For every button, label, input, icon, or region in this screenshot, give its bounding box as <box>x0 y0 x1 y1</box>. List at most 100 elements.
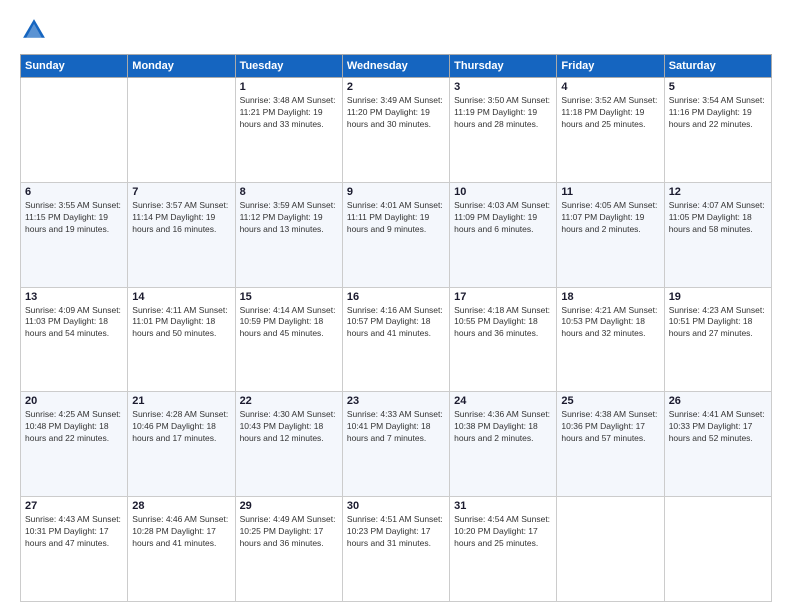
day-number: 2 <box>347 81 445 93</box>
day-number: 4 <box>561 81 659 93</box>
day-info: Sunrise: 4:30 AM Sunset: 10:43 PM Daylig… <box>240 409 338 445</box>
day-info: Sunrise: 4:18 AM Sunset: 10:55 PM Daylig… <box>454 305 552 341</box>
calendar-cell: 12 Sunrise: 4:07 AM Sunset: 11:05 PM Dayl… <box>664 182 771 287</box>
weekday-header: Wednesday <box>342 55 449 78</box>
day-info: Sunrise: 3:59 AM Sunset: 11:12 PM Daylig… <box>240 200 338 236</box>
calendar-body: 1Sunrise: 3:48 AM Sunset: 11:21 PM Dayli… <box>21 78 772 602</box>
day-info: Sunrise: 4:03 AM Sunset: 11:09 PM Daylig… <box>454 200 552 236</box>
calendar-week-row: 13 Sunrise: 4:09 AM Sunset: 11:03 PM Dayl… <box>21 287 772 392</box>
day-info: Sunrise: 3:49 AM Sunset: 11:20 PM Daylig… <box>347 95 445 131</box>
day-number: 21 <box>132 395 230 407</box>
weekday-row: SundayMondayTuesdayWednesdayThursdayFrid… <box>21 55 772 78</box>
weekday-header: Monday <box>128 55 235 78</box>
calendar-cell: 27 Sunrise: 4:43 AM Sunset: 10:31 PM Dayl… <box>21 497 128 602</box>
day-number: 27 <box>25 500 123 512</box>
calendar-week-row: 1Sunrise: 3:48 AM Sunset: 11:21 PM Dayli… <box>21 78 772 183</box>
calendar-cell: 16Sunrise: 4:16 AM Sunset: 10:57 PM Dayl… <box>342 287 449 392</box>
calendar-cell: 31Sunrise: 4:54 AM Sunset: 10:20 PM Dayl… <box>450 497 557 602</box>
day-info: Sunrise: 4:01 AM Sunset: 11:11 PM Daylig… <box>347 200 445 236</box>
day-number: 22 <box>240 395 338 407</box>
calendar-cell: 25 Sunrise: 4:38 AM Sunset: 10:36 PM Dayl… <box>557 392 664 497</box>
calendar-week-row: 20Sunrise: 4:25 AM Sunset: 10:48 PM Dayl… <box>21 392 772 497</box>
day-number: 25 <box>561 395 659 407</box>
day-number: 30 <box>347 500 445 512</box>
day-number: 9 <box>347 186 445 198</box>
calendar-header: SundayMondayTuesdayWednesdayThursdayFrid… <box>21 55 772 78</box>
day-number: 15 <box>240 291 338 303</box>
day-info: Sunrise: 4:28 AM Sunset: 10:46 PM Daylig… <box>132 409 230 445</box>
calendar-cell: 18 Sunrise: 4:21 AM Sunset: 10:53 PM Dayl… <box>557 287 664 392</box>
day-info: Sunrise: 3:54 AM Sunset: 11:16 PM Daylig… <box>669 95 767 131</box>
calendar-cell: 23 Sunrise: 4:33 AM Sunset: 10:41 PM Dayl… <box>342 392 449 497</box>
day-number: 17 <box>454 291 552 303</box>
day-number: 5 <box>669 81 767 93</box>
calendar-cell: 29Sunrise: 4:49 AM Sunset: 10:25 PM Dayl… <box>235 497 342 602</box>
day-info: Sunrise: 4:23 AM Sunset: 10:51 PM Daylig… <box>669 305 767 341</box>
day-number: 19 <box>669 291 767 303</box>
calendar-cell: 6 Sunrise: 3:55 AM Sunset: 11:15 PM Dayli… <box>21 182 128 287</box>
day-info: Sunrise: 4:05 AM Sunset: 11:07 PM Daylig… <box>561 200 659 236</box>
calendar-cell <box>557 497 664 602</box>
day-info: Sunrise: 3:55 AM Sunset: 11:15 PM Daylig… <box>25 200 123 236</box>
calendar-cell <box>128 78 235 183</box>
logo-icon <box>20 16 48 44</box>
calendar-cell: 9 Sunrise: 4:01 AM Sunset: 11:11 PM Dayli… <box>342 182 449 287</box>
day-number: 13 <box>25 291 123 303</box>
calendar-cell: 21 Sunrise: 4:28 AM Sunset: 10:46 PM Dayl… <box>128 392 235 497</box>
day-number: 11 <box>561 186 659 198</box>
day-info: Sunrise: 4:46 AM Sunset: 10:28 PM Daylig… <box>132 514 230 550</box>
header <box>20 16 772 44</box>
weekday-header: Saturday <box>664 55 771 78</box>
calendar-table: SundayMondayTuesdayWednesdayThursdayFrid… <box>20 54 772 602</box>
day-info: Sunrise: 4:33 AM Sunset: 10:41 PM Daylig… <box>347 409 445 445</box>
day-info: Sunrise: 3:50 AM Sunset: 11:19 PM Daylig… <box>454 95 552 131</box>
calendar-cell: 22 Sunrise: 4:30 AM Sunset: 10:43 PM Dayl… <box>235 392 342 497</box>
calendar-cell: 11 Sunrise: 4:05 AM Sunset: 11:07 PM Dayl… <box>557 182 664 287</box>
day-number: 14 <box>132 291 230 303</box>
day-number: 3 <box>454 81 552 93</box>
day-info: Sunrise: 4:21 AM Sunset: 10:53 PM Daylig… <box>561 305 659 341</box>
day-number: 12 <box>669 186 767 198</box>
calendar-cell <box>21 78 128 183</box>
calendar-cell: 8 Sunrise: 3:59 AM Sunset: 11:12 PM Dayli… <box>235 182 342 287</box>
day-number: 28 <box>132 500 230 512</box>
calendar-cell: 28 Sunrise: 4:46 AM Sunset: 10:28 PM Dayl… <box>128 497 235 602</box>
day-number: 8 <box>240 186 338 198</box>
day-info: Sunrise: 4:51 AM Sunset: 10:23 PM Daylig… <box>347 514 445 550</box>
day-info: Sunrise: 4:14 AM Sunset: 10:59 PM Daylig… <box>240 305 338 341</box>
weekday-header: Tuesday <box>235 55 342 78</box>
day-info: Sunrise: 4:09 AM Sunset: 11:03 PM Daylig… <box>25 305 123 341</box>
weekday-header: Thursday <box>450 55 557 78</box>
calendar-cell: 3 Sunrise: 3:50 AM Sunset: 11:19 PM Dayli… <box>450 78 557 183</box>
day-number: 20 <box>25 395 123 407</box>
day-number: 26 <box>669 395 767 407</box>
day-info: Sunrise: 4:43 AM Sunset: 10:31 PM Daylig… <box>25 514 123 550</box>
calendar-cell: 13 Sunrise: 4:09 AM Sunset: 11:03 PM Dayl… <box>21 287 128 392</box>
day-number: 29 <box>240 500 338 512</box>
day-info: Sunrise: 3:52 AM Sunset: 11:18 PM Daylig… <box>561 95 659 131</box>
day-number: 1 <box>240 81 338 93</box>
day-info: Sunrise: 4:11 AM Sunset: 11:01 PM Daylig… <box>132 305 230 341</box>
calendar-cell: 20Sunrise: 4:25 AM Sunset: 10:48 PM Dayl… <box>21 392 128 497</box>
calendar-week-row: 27 Sunrise: 4:43 AM Sunset: 10:31 PM Dayl… <box>21 497 772 602</box>
day-info: Sunrise: 3:57 AM Sunset: 11:14 PM Daylig… <box>132 200 230 236</box>
day-number: 18 <box>561 291 659 303</box>
logo <box>20 16 52 44</box>
day-number: 16 <box>347 291 445 303</box>
page: SundayMondayTuesdayWednesdayThursdayFrid… <box>0 0 792 612</box>
day-info: Sunrise: 4:54 AM Sunset: 10:20 PM Daylig… <box>454 514 552 550</box>
day-number: 6 <box>25 186 123 198</box>
calendar-cell: 26Sunrise: 4:41 AM Sunset: 10:33 PM Dayl… <box>664 392 771 497</box>
calendar-cell: 24Sunrise: 4:36 AM Sunset: 10:38 PM Dayl… <box>450 392 557 497</box>
day-number: 23 <box>347 395 445 407</box>
day-info: Sunrise: 4:38 AM Sunset: 10:36 PM Daylig… <box>561 409 659 445</box>
day-number: 10 <box>454 186 552 198</box>
calendar-cell: 15 Sunrise: 4:14 AM Sunset: 10:59 PM Dayl… <box>235 287 342 392</box>
calendar-cell: 1Sunrise: 3:48 AM Sunset: 11:21 PM Dayli… <box>235 78 342 183</box>
calendar-cell: 5 Sunrise: 3:54 AM Sunset: 11:16 PM Dayli… <box>664 78 771 183</box>
calendar-cell <box>664 497 771 602</box>
calendar-cell: 17 Sunrise: 4:18 AM Sunset: 10:55 PM Dayl… <box>450 287 557 392</box>
calendar-cell: 30 Sunrise: 4:51 AM Sunset: 10:23 PM Dayl… <box>342 497 449 602</box>
day-info: Sunrise: 4:36 AM Sunset: 10:38 PM Daylig… <box>454 409 552 445</box>
day-info: Sunrise: 4:07 AM Sunset: 11:05 PM Daylig… <box>669 200 767 236</box>
